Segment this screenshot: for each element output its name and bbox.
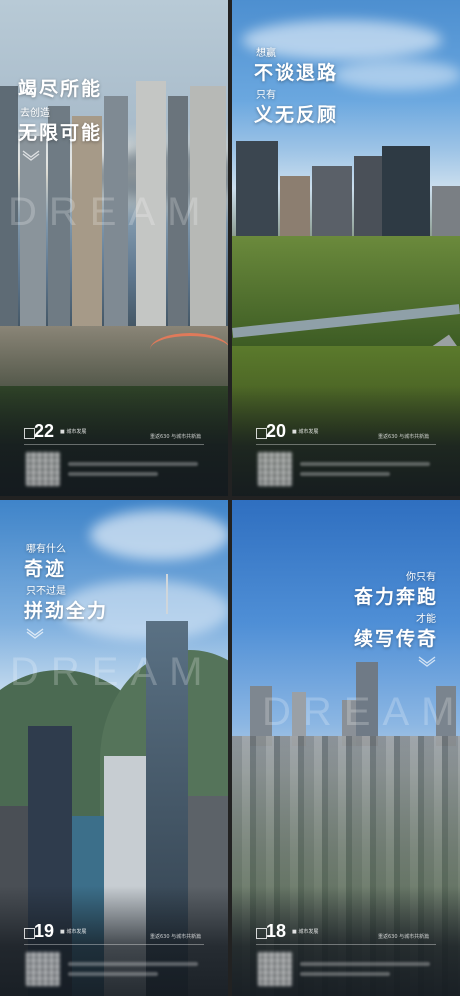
poster-panel-3: DREAM 哪有什么 奇迹 只不过是 拼劲全力 19 ■ 城市发展 重返630 … [0, 500, 228, 996]
chevron-down-icon [22, 146, 40, 161]
campaign-tag: ■ 城市发展 [292, 929, 319, 935]
blurred-phone [300, 472, 390, 476]
headline-line-3: 才能 [416, 614, 436, 625]
countdown-text: 重返630 与城市共新篇 [378, 934, 430, 940]
countdown-text: 重返630 与城市共新篇 [378, 434, 430, 440]
headline-line-3: 无限可能 [18, 122, 103, 144]
dream-watermark: DREAM [262, 690, 460, 734]
day-number: 19 [34, 921, 55, 941]
qr-code-icon [26, 952, 60, 986]
footer-divider [24, 444, 204, 445]
qr-code-icon [26, 452, 60, 486]
headline-line-4: 续写传奇 [353, 628, 438, 650]
day-number: 22 [34, 421, 55, 441]
blurred-phone [68, 472, 158, 476]
dream-watermark: DREAM [8, 190, 213, 234]
blurred-address [68, 962, 198, 966]
chevron-down-icon [26, 624, 44, 639]
headline-line-1: 竭尽所能 [18, 78, 103, 100]
chevron-down-icon [418, 652, 436, 667]
day-number: 18 [266, 921, 287, 941]
footer-divider [256, 444, 436, 445]
countdown-text: 重返630 与城市共新篇 [150, 434, 202, 440]
blurred-phone [68, 972, 158, 976]
headline-line-2: 去创造 [20, 108, 50, 119]
qr-code-icon [258, 452, 292, 486]
blurred-phone [300, 972, 390, 976]
footer-divider [24, 944, 204, 945]
headline-line-3: 只不过是 [26, 586, 66, 597]
headline-line-2: 奋力奔跑 [353, 586, 438, 608]
headline-line-1: 你只有 [406, 572, 436, 583]
headline-line-4: 义无反顾 [254, 104, 339, 126]
qr-code-icon [258, 952, 292, 986]
campaign-tag: ■ 城市发展 [292, 429, 319, 435]
campaign-tag: ■ 城市发展 [60, 429, 87, 435]
headline-line-2: 不谈退路 [254, 62, 339, 84]
headline-line-1: 想赢 [256, 48, 276, 59]
poster-grid: DREAM 竭尽所能 去创造 无限可能 22 ■ 城市发展 重返630 与城市共… [0, 0, 460, 996]
headline-line-3: 只有 [256, 90, 276, 101]
blurred-address [68, 462, 198, 466]
footer-divider [256, 944, 436, 945]
blurred-address [300, 462, 430, 466]
countdown-text: 重返630 与城市共新篇 [150, 934, 202, 940]
poster-panel-2: 想赢 不谈退路 只有 义无反顾 20 ■ 城市发展 重返630 与城市共新篇 [232, 0, 460, 496]
headline-line-1: 哪有什么 [26, 544, 66, 555]
headline-line-4: 拼劲全力 [24, 600, 109, 622]
poster-panel-1: DREAM 竭尽所能 去创造 无限可能 22 ■ 城市发展 重返630 与城市共… [0, 0, 228, 496]
campaign-tag: ■ 城市发展 [60, 929, 87, 935]
dream-watermark: DREAM [10, 650, 215, 694]
headline-line-2: 奇迹 [24, 558, 67, 580]
day-number: 20 [266, 421, 287, 441]
blurred-address [300, 962, 430, 966]
poster-panel-4: DREAM 你只有 奋力奔跑 才能 续写传奇 18 ■ 城市发展 重返630 与… [232, 500, 460, 996]
